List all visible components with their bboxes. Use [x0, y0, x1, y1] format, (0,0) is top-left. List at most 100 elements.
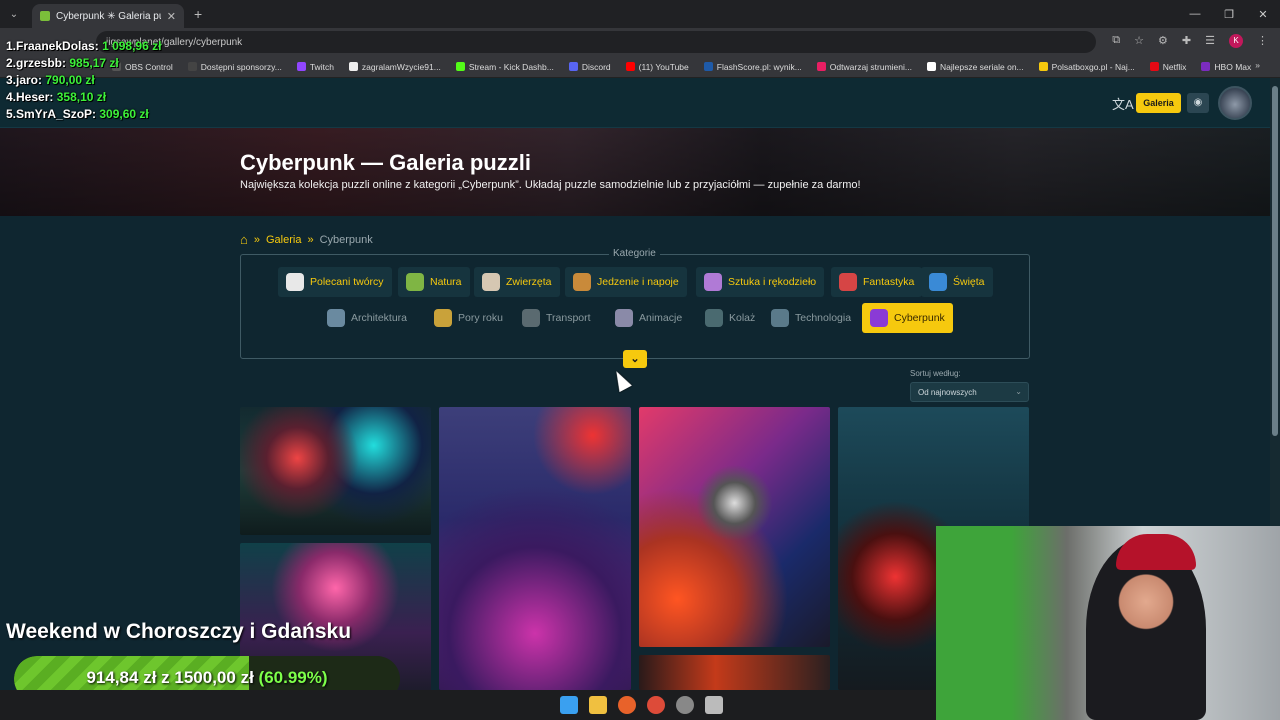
monitor-icon	[771, 309, 789, 327]
close-tab-icon[interactable]: ✕	[167, 10, 176, 23]
bookmark-favicon-icon	[927, 62, 936, 71]
gallery-button[interactable]: Galeria	[1136, 93, 1181, 113]
breadcrumb-separator: »	[253, 233, 260, 246]
restore-icon[interactable]: ❐	[1212, 0, 1246, 28]
category-collage[interactable]: Kolaż	[697, 303, 763, 333]
flashscore-icon	[703, 62, 713, 71]
chrome-icon[interactable]	[647, 696, 665, 714]
category-architecture[interactable]: Architektura	[319, 303, 415, 333]
bookmark-item[interactable]: HBO Max	[1201, 62, 1251, 72]
tab-search-icon[interactable]: ⌄	[0, 0, 28, 28]
bookmark-item[interactable]: Dostępni sponsorzy...	[187, 62, 282, 72]
breadcrumb-current: Cyberpunk	[319, 233, 373, 246]
category-art[interactable]: Sztuka i rękodzieło	[696, 267, 825, 297]
window-controls: — ❐ ✕	[1178, 0, 1280, 28]
menu-kebab-icon[interactable]: ⋮	[1257, 34, 1268, 48]
leaderboard-row: 1.FraanekDolas: 1 098,96 zł	[6, 39, 162, 53]
profile-avatar-icon[interactable]: K	[1229, 34, 1243, 48]
category-featured-creators[interactable]: Polecani twórcy	[278, 267, 392, 297]
bookmark-favicon-icon	[816, 62, 826, 71]
close-window-icon[interactable]: ✕	[1246, 0, 1280, 28]
tree-icon	[406, 273, 424, 291]
bookmark-item[interactable]: Najlepsze seriale on...	[927, 62, 1024, 72]
puzzle-thumbnail[interactable]	[439, 407, 631, 690]
address-bar-row: jigsawplanet/gallery/cyberpunk ⧉ ☆ ⚙ ✚ ☰…	[0, 28, 1280, 56]
building-icon	[327, 309, 345, 327]
bookmark-favicon-icon	[348, 62, 358, 71]
language-icon[interactable]: 文A	[1112, 94, 1134, 113]
brush-icon	[704, 273, 722, 291]
more-bookmarks-icon[interactable]: »	[1255, 60, 1260, 70]
sparkle-icon	[286, 273, 304, 291]
bookmark-item[interactable]: Stream - Kick Dashb...	[455, 62, 554, 72]
page-subtitle: Największa kolekcja puzzli online z kate…	[240, 179, 861, 191]
puzzle-extensions-icon[interactable]: ✚	[1182, 34, 1191, 48]
app-icon[interactable]	[705, 696, 723, 714]
categories-panel: Kategorie Polecani twórcy Natura Zwierzę…	[240, 248, 1030, 359]
firefox-icon[interactable]	[618, 696, 636, 714]
kick-icon	[455, 62, 465, 71]
categories-title: Kategorie	[609, 248, 660, 259]
bookmark-item[interactable]: Netflix	[1149, 62, 1186, 72]
puzzle-thumbnail[interactable]	[639, 655, 830, 690]
minimize-icon[interactable]: —	[1178, 0, 1212, 28]
file-explorer-icon[interactable]	[589, 696, 607, 714]
food-icon	[573, 273, 591, 291]
twitch-icon	[296, 62, 306, 71]
category-cyberpunk[interactable]: Cyberpunk	[862, 303, 953, 333]
expand-categories-icon[interactable]: ⌄	[623, 350, 647, 368]
taskbar-icons	[560, 696, 723, 714]
bookmark-item[interactable]: Discord	[568, 62, 611, 72]
netflix-icon	[1149, 62, 1159, 71]
jigsaw-favicon-icon	[40, 11, 50, 21]
bookmark-item[interactable]: Twitch	[296, 62, 334, 72]
user-avatar[interactable]	[1218, 86, 1252, 120]
category-seasons[interactable]: Pory roku	[426, 303, 511, 333]
seasons-icon	[434, 309, 452, 327]
chevron-down-icon: ⌄	[1015, 387, 1022, 396]
discord-icon[interactable]: ◉	[1187, 93, 1209, 113]
cyberpunk-icon	[870, 309, 888, 327]
category-technology[interactable]: Technologia	[763, 303, 859, 333]
tab-title: Cyberpunk ✳ Galeria puzzli	[56, 10, 161, 22]
category-transport[interactable]: Transport	[514, 303, 599, 333]
bookmark-item[interactable]: zagralamWzycie91...	[348, 62, 441, 72]
bookmark-item[interactable]: Odtwarzaj strumieni...	[816, 62, 912, 72]
bookmark-item[interactable]: Polsatboxgo.pl - Naj...	[1038, 62, 1135, 72]
hbo-max-icon	[1201, 62, 1211, 71]
extension-icon[interactable]: ⚙	[1158, 34, 1168, 48]
category-fantasy[interactable]: Fantastyka	[831, 267, 923, 297]
play-icon	[615, 309, 633, 327]
windows-start-icon[interactable]	[560, 696, 578, 714]
windows-taskbar	[0, 690, 936, 720]
puzzle-thumbnail[interactable]	[639, 407, 830, 647]
bookmark-item[interactable]: FlashScore.pl: wynik...	[703, 62, 802, 72]
page-title: Cyberpunk — Galeria puzzli	[240, 150, 531, 175]
home-icon[interactable]: ⌂	[240, 232, 248, 247]
reading-list-icon[interactable]: ☰	[1205, 34, 1215, 48]
category-nature[interactable]: Natura	[398, 267, 470, 297]
browser-toolbar-icons: ⧉ ☆ ⚙ ✚ ☰ K ⋮	[1112, 34, 1268, 48]
url-field[interactable]: jigsawplanet/gallery/cyberpunk	[96, 31, 1096, 53]
browser-tab-active[interactable]: Cyberpunk ✳ Galeria puzzli ✕	[32, 4, 184, 28]
app-icon[interactable]	[676, 696, 694, 714]
category-food[interactable]: Jedzenie i napoje	[565, 267, 687, 297]
balloons-icon	[929, 273, 947, 291]
bookmark-item[interactable]: (11) YouTube	[625, 62, 689, 72]
sort-select[interactable]: Od najnowszych ⌄	[910, 382, 1029, 402]
bookmarks-bar: OBS Control Dostępni sponsorzy... Twitch…	[0, 56, 1280, 78]
category-holidays[interactable]: Święta	[921, 267, 993, 297]
donation-leaderboard: 1.FraanekDolas: 1 098,96 zł 2.grzesbb: 9…	[6, 38, 161, 123]
bookmark-star-icon[interactable]: ☆	[1134, 34, 1144, 48]
category-animals[interactable]: Zwierzęta	[474, 267, 560, 297]
webcam-overlay	[936, 526, 1280, 720]
category-animations[interactable]: Animacje	[607, 303, 690, 333]
discord-icon	[568, 62, 578, 71]
breadcrumb-gallery-link[interactable]: Galeria	[266, 234, 301, 246]
install-app-icon[interactable]: ⧉	[1112, 34, 1120, 48]
scrollbar-thumb[interactable]	[1272, 86, 1278, 436]
new-tab-icon[interactable]: +	[194, 6, 202, 22]
goal-progress-text: 914,84 zł z 1500,00 zł (60.99%)	[86, 668, 328, 687]
puzzle-thumbnail[interactable]	[240, 407, 431, 535]
bookmark-favicon-icon	[187, 62, 197, 71]
